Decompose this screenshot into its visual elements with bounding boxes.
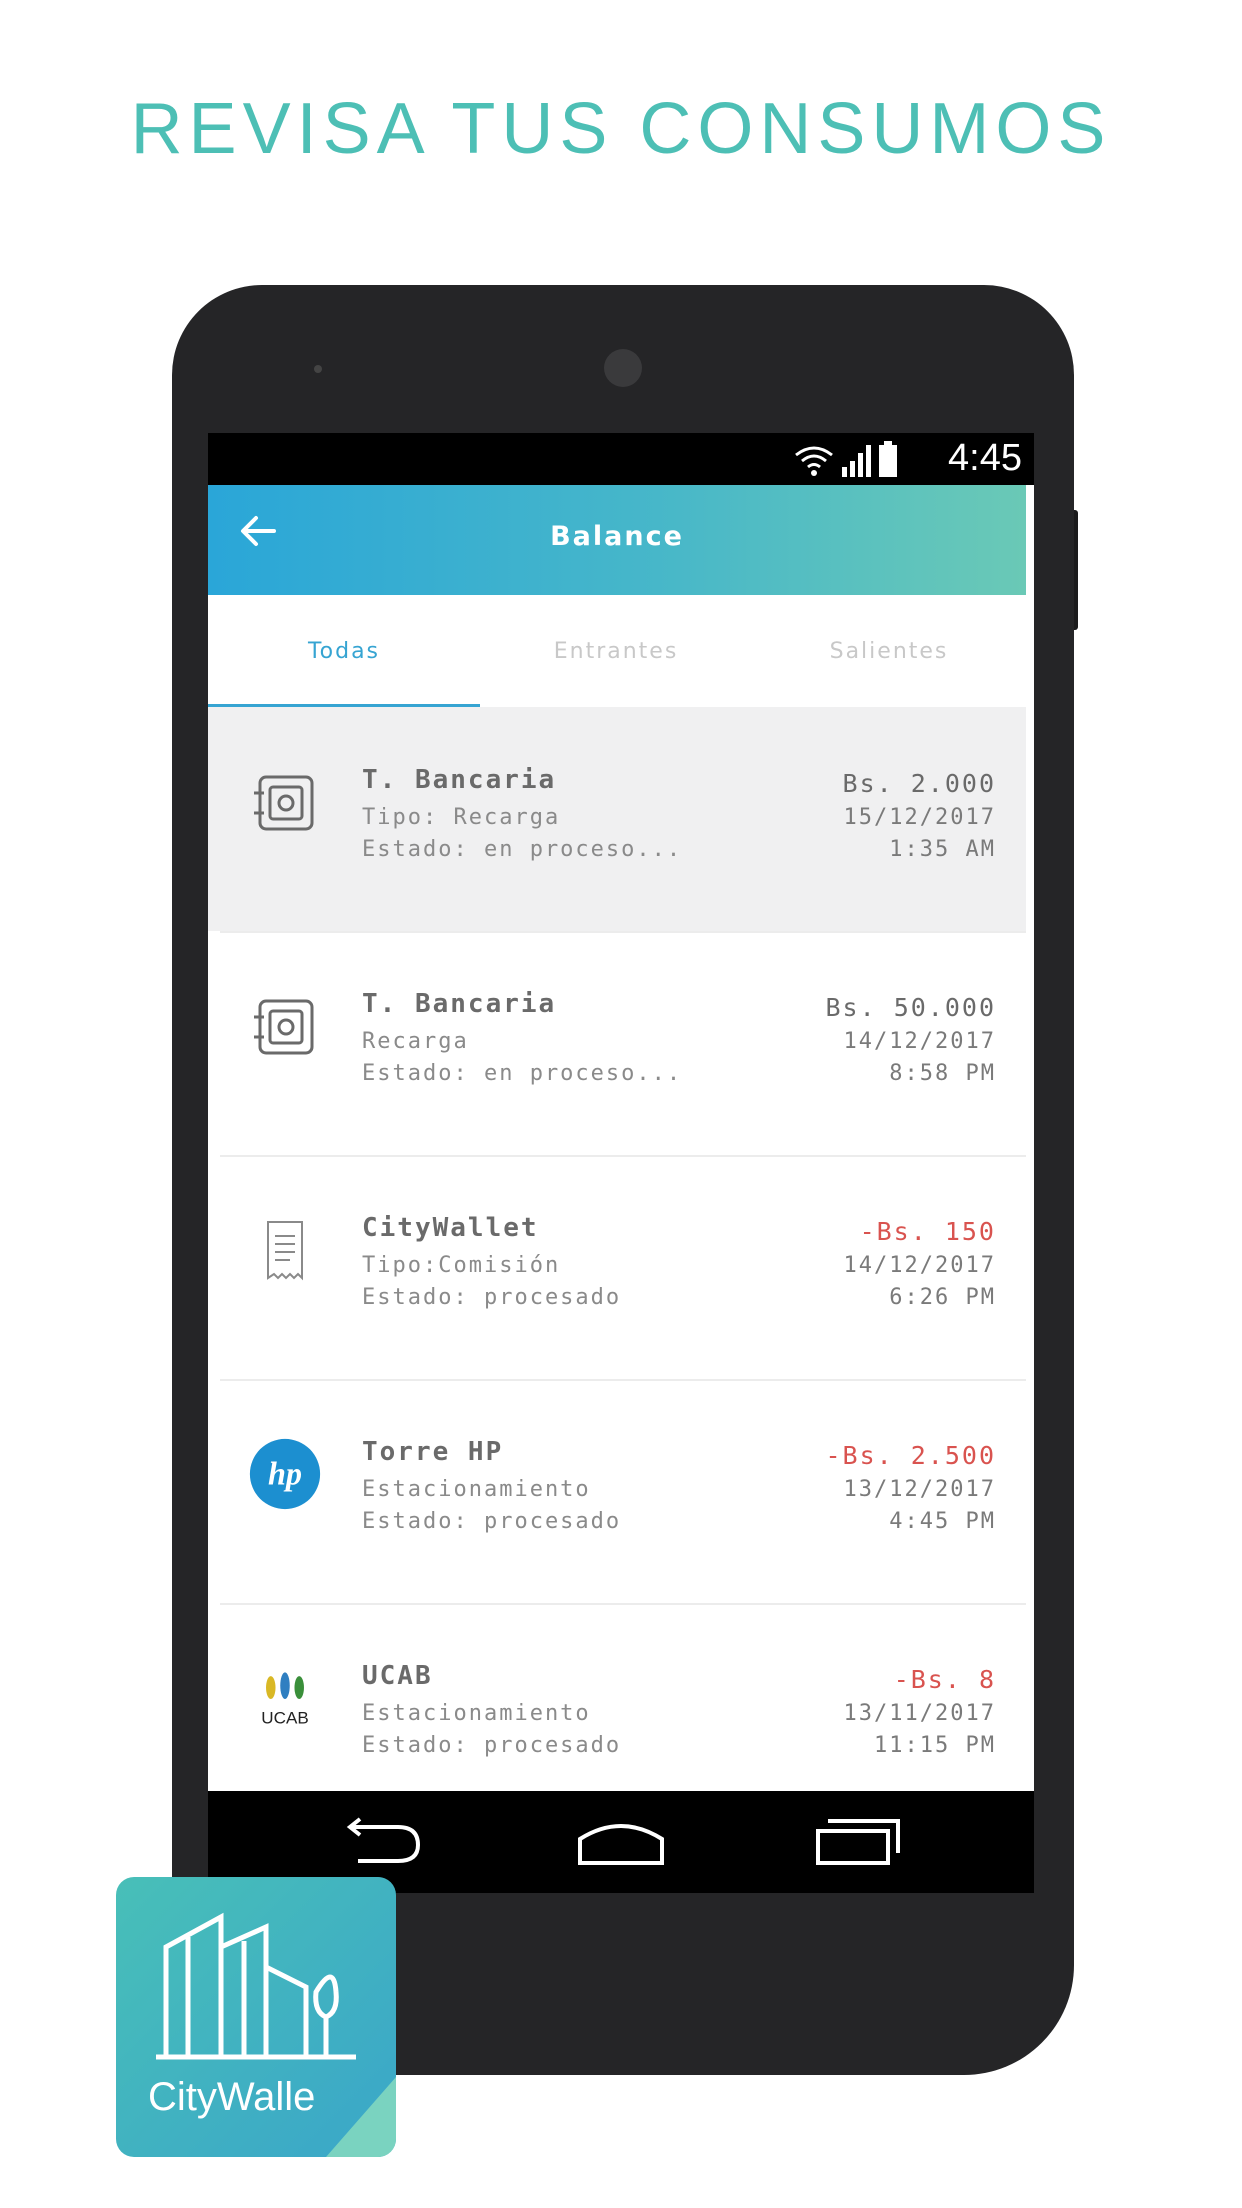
- transaction-type: Recarga: [362, 1029, 469, 1054]
- transaction-row[interactable]: hp Torre HP Estacionamiento Estado: proc…: [208, 1379, 1026, 1603]
- app-bar: Balance: [208, 485, 1026, 595]
- transaction-date: 14/12/2017: [843, 1253, 996, 1278]
- app-logo: CityWalle: [116, 1877, 396, 2157]
- status-bar: 4:45: [208, 433, 1034, 485]
- divider: [220, 1155, 1026, 1157]
- transaction-time: 4:45 PM: [889, 1509, 996, 1534]
- phone-screen: 4:45 Balance Todas Entrantes Salientes T…: [208, 433, 1034, 1893]
- tab-todas[interactable]: Todas: [208, 595, 480, 708]
- transaction-status: Estado: procesado: [362, 1509, 622, 1534]
- transaction-date: 14/12/2017: [843, 1029, 996, 1054]
- ucab-logo-text: UCAB: [261, 1709, 308, 1728]
- tab-salientes[interactable]: Salientes: [752, 595, 1026, 707]
- transaction-time: 6:26 PM: [889, 1285, 996, 1310]
- phone-sensor: [314, 365, 322, 373]
- status-time: 4:45: [948, 437, 1022, 479]
- safe-icon: [248, 989, 322, 1063]
- safe-icon: [248, 765, 322, 839]
- battery-icon: [879, 441, 897, 477]
- transaction-title: T. Bancaria: [362, 989, 557, 1019]
- transaction-amount: -Bs. 2.500: [825, 1441, 996, 1470]
- transaction-amount: -Bs. 150: [859, 1217, 996, 1246]
- divider: [220, 1603, 1026, 1605]
- transaction-amount: Bs. 2.000: [842, 769, 996, 798]
- tab-bar: Todas Entrantes Salientes: [208, 595, 1026, 708]
- phone-camera: [604, 349, 642, 387]
- home-nav-icon: [578, 1824, 664, 1865]
- transaction-title: T. Bancaria: [362, 765, 557, 795]
- receipt-icon: [248, 1213, 322, 1287]
- wifi-icon: [795, 446, 833, 476]
- transaction-row[interactable]: T. Bancaria Tipo: Recarga Estado: en pro…: [208, 707, 1026, 931]
- page-title: Balance: [550, 521, 684, 552]
- tab-entrantes[interactable]: Entrantes: [480, 595, 752, 707]
- transaction-row[interactable]: T. Bancaria Recarga Estado: en proceso..…: [208, 931, 1026, 1155]
- transaction-time: 8:58 PM: [889, 1061, 996, 1086]
- divider: [220, 1379, 1026, 1381]
- transaction-date: 13/12/2017: [843, 1477, 996, 1502]
- transaction-title: Torre HP: [362, 1437, 504, 1467]
- status-icons: [794, 441, 898, 477]
- tab-label: Salientes: [829, 638, 949, 664]
- transaction-time: 1:35 AM: [889, 837, 996, 862]
- nav-home-button[interactable]: [576, 1813, 666, 1869]
- transaction-type: Tipo:Comisión: [362, 1253, 561, 1278]
- transaction-row[interactable]: CityWallet Tipo:Comisión Estado: procesa…: [208, 1155, 1026, 1379]
- tab-label: Todas: [307, 638, 381, 664]
- ucab-logo-icon: UCAB: [248, 1661, 322, 1735]
- headline: REVISA TUS CONSUMOS: [130, 89, 1112, 169]
- transaction-status: Estado: en proceso...: [362, 1061, 683, 1086]
- divider: [220, 931, 1026, 933]
- signal-icon: [842, 445, 871, 477]
- transaction-status: Estado: en proceso...: [362, 837, 683, 862]
- transaction-date: 15/12/2017: [843, 805, 996, 830]
- transaction-type: Estacionamiento: [362, 1701, 591, 1726]
- transaction-status: Estado: procesado: [362, 1733, 622, 1758]
- transaction-amount: Bs. 50.000: [825, 993, 996, 1022]
- transaction-type: Estacionamiento: [362, 1477, 591, 1502]
- transaction-title: CityWallet: [362, 1213, 539, 1243]
- transaction-amount: -Bs. 8: [893, 1665, 996, 1694]
- hp-logo-icon: hp: [248, 1437, 322, 1511]
- tab-label: Entrantes: [553, 638, 679, 664]
- nav-recents-button[interactable]: [812, 1813, 902, 1869]
- nav-back-button[interactable]: [338, 1813, 428, 1869]
- transaction-date: 13/11/2017: [843, 1701, 996, 1726]
- transaction-title: UCAB: [362, 1661, 433, 1691]
- transaction-time: 11:15 PM: [874, 1733, 996, 1758]
- logo-text: CityWalle: [148, 2075, 316, 2119]
- hp-logo-text: hp: [268, 1455, 302, 1491]
- back-nav-icon: [346, 1817, 421, 1863]
- transaction-list: T. Bancaria Tipo: Recarga Estado: en pro…: [208, 707, 1026, 1827]
- phone-frame: 4:45 Balance Todas Entrantes Salientes T…: [172, 285, 1074, 2075]
- recents-nav-icon: [816, 1819, 900, 1865]
- transaction-type: Tipo: Recarga: [362, 805, 561, 830]
- transaction-status: Estado: procesado: [362, 1285, 622, 1310]
